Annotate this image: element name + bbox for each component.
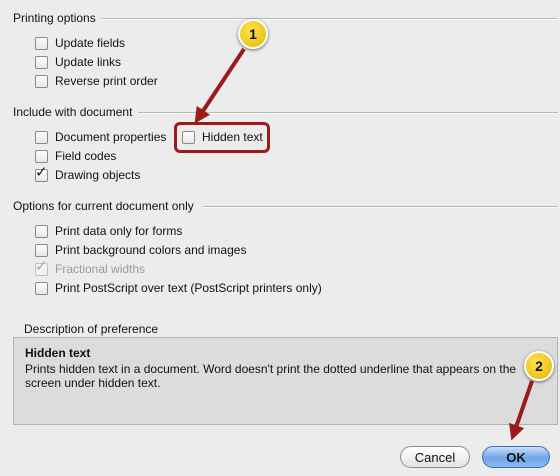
arrow-2 <box>509 380 534 441</box>
step-2-badge: 2 <box>524 351 554 381</box>
annotation-arrows <box>194 47 534 441</box>
arrow-1 <box>194 47 246 124</box>
step-1-badge: 1 <box>238 19 268 49</box>
